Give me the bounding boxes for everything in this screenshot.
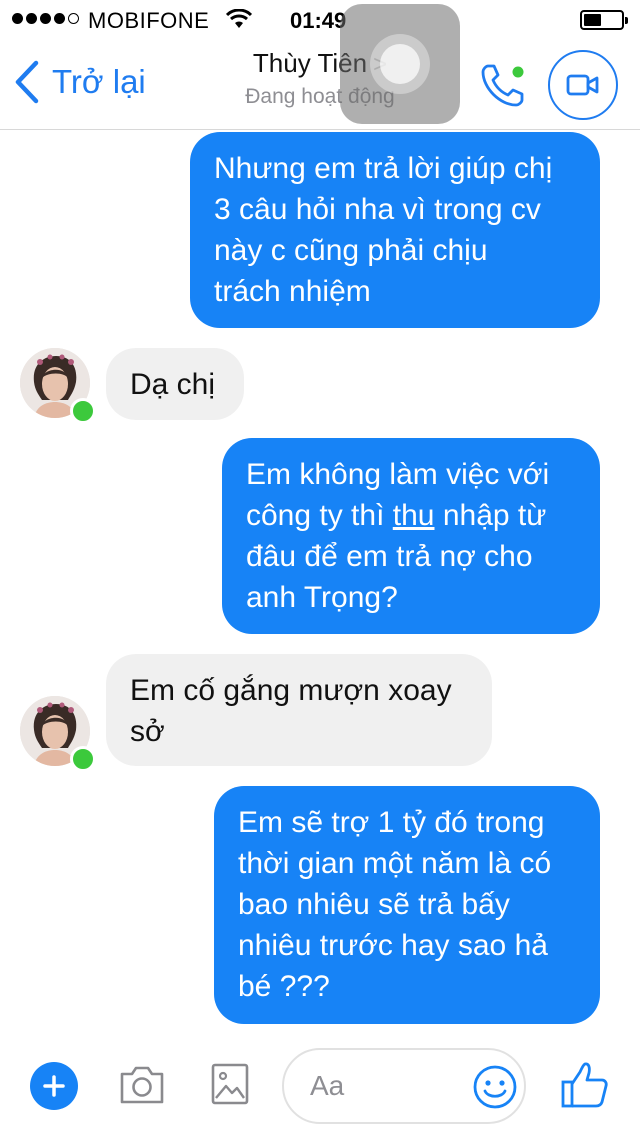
message-line: sở [130, 715, 165, 748]
message-line: Dạ chị [130, 368, 216, 401]
battery-icon [580, 10, 628, 30]
message-input-container[interactable] [282, 1048, 526, 1124]
assistive-touch-button[interactable] [340, 4, 460, 124]
video-camera-icon [566, 74, 599, 96]
message-line: bao nhiêu sẽ trả bấy [238, 888, 510, 921]
status-time: 01:49 [290, 8, 347, 33]
wifi-icon [226, 9, 252, 28]
message-line: Em không làm việc với [246, 458, 550, 491]
contact-avatar[interactable] [20, 348, 96, 424]
message-composer [0, 1032, 640, 1136]
camera-icon[interactable] [118, 1062, 166, 1106]
message-line: trách nhiệm [214, 275, 371, 308]
message-line: công ty thì thu nhập từ [246, 495, 576, 536]
emoji-icon[interactable] [472, 1064, 518, 1110]
online-indicator [70, 398, 96, 424]
message-text: công ty thì [246, 499, 385, 532]
back-button[interactable]: Trở lại [14, 60, 146, 104]
message-input[interactable] [310, 1066, 460, 1106]
status-bar: MOBIFONE 01:49 [0, 0, 640, 40]
message-line: thời gian một năm là có [238, 847, 552, 880]
plus-icon [43, 1075, 65, 1097]
message-line: đâu để em trả nợ cho [246, 540, 533, 573]
online-indicator [70, 746, 96, 772]
underlined-word: thu [392, 499, 435, 532]
message-bubble-received[interactable]: Em cố gắng mượn xoay sở [106, 654, 492, 766]
image-icon[interactable] [210, 1062, 250, 1106]
message-line: bé ??? [238, 970, 330, 1003]
thumbs-up-icon[interactable] [560, 1060, 610, 1110]
back-label: Trở lại [52, 63, 146, 100]
message-line: Em cố gắng mượn xoay [130, 674, 452, 707]
conversation-header: Trở lại Thùy Tiên> Đang hoạt động [0, 40, 640, 130]
more-actions-button[interactable] [30, 1062, 78, 1110]
message-bubble-sent[interactable]: Em không làm việc với công ty thì thu nh… [222, 438, 600, 634]
contact-avatar[interactable] [20, 696, 96, 772]
video-call-button[interactable] [548, 50, 618, 120]
message-bubble-sent[interactable]: Nhưng em trả lời giúp chị 3 câu hỏi nha … [190, 132, 600, 328]
message-line: Nhưng em trả lời giúp chị [214, 152, 553, 185]
message-bubble-received[interactable]: Dạ chị [106, 348, 244, 420]
message-line: này c cũng phải chịu [214, 234, 488, 267]
chevron-left-icon [15, 60, 39, 104]
message-bubble-sent[interactable]: Em sẽ trợ 1 tỷ đó trong thời gian một nă… [214, 786, 600, 1024]
message-text: nhập từ [442, 499, 547, 532]
phone-call-icon[interactable] [478, 58, 530, 110]
signal-strength-icon [12, 13, 79, 24]
message-line: anh Trọng? [246, 581, 398, 614]
carrier-name: MOBIFONE [88, 8, 210, 33]
message-line: 3 câu hỏi nha vì trong cv [214, 193, 541, 226]
message-line: nhiêu trước hay sao hả [238, 929, 548, 962]
message-line: Em sẽ trợ 1 tỷ đó trong [238, 806, 545, 839]
